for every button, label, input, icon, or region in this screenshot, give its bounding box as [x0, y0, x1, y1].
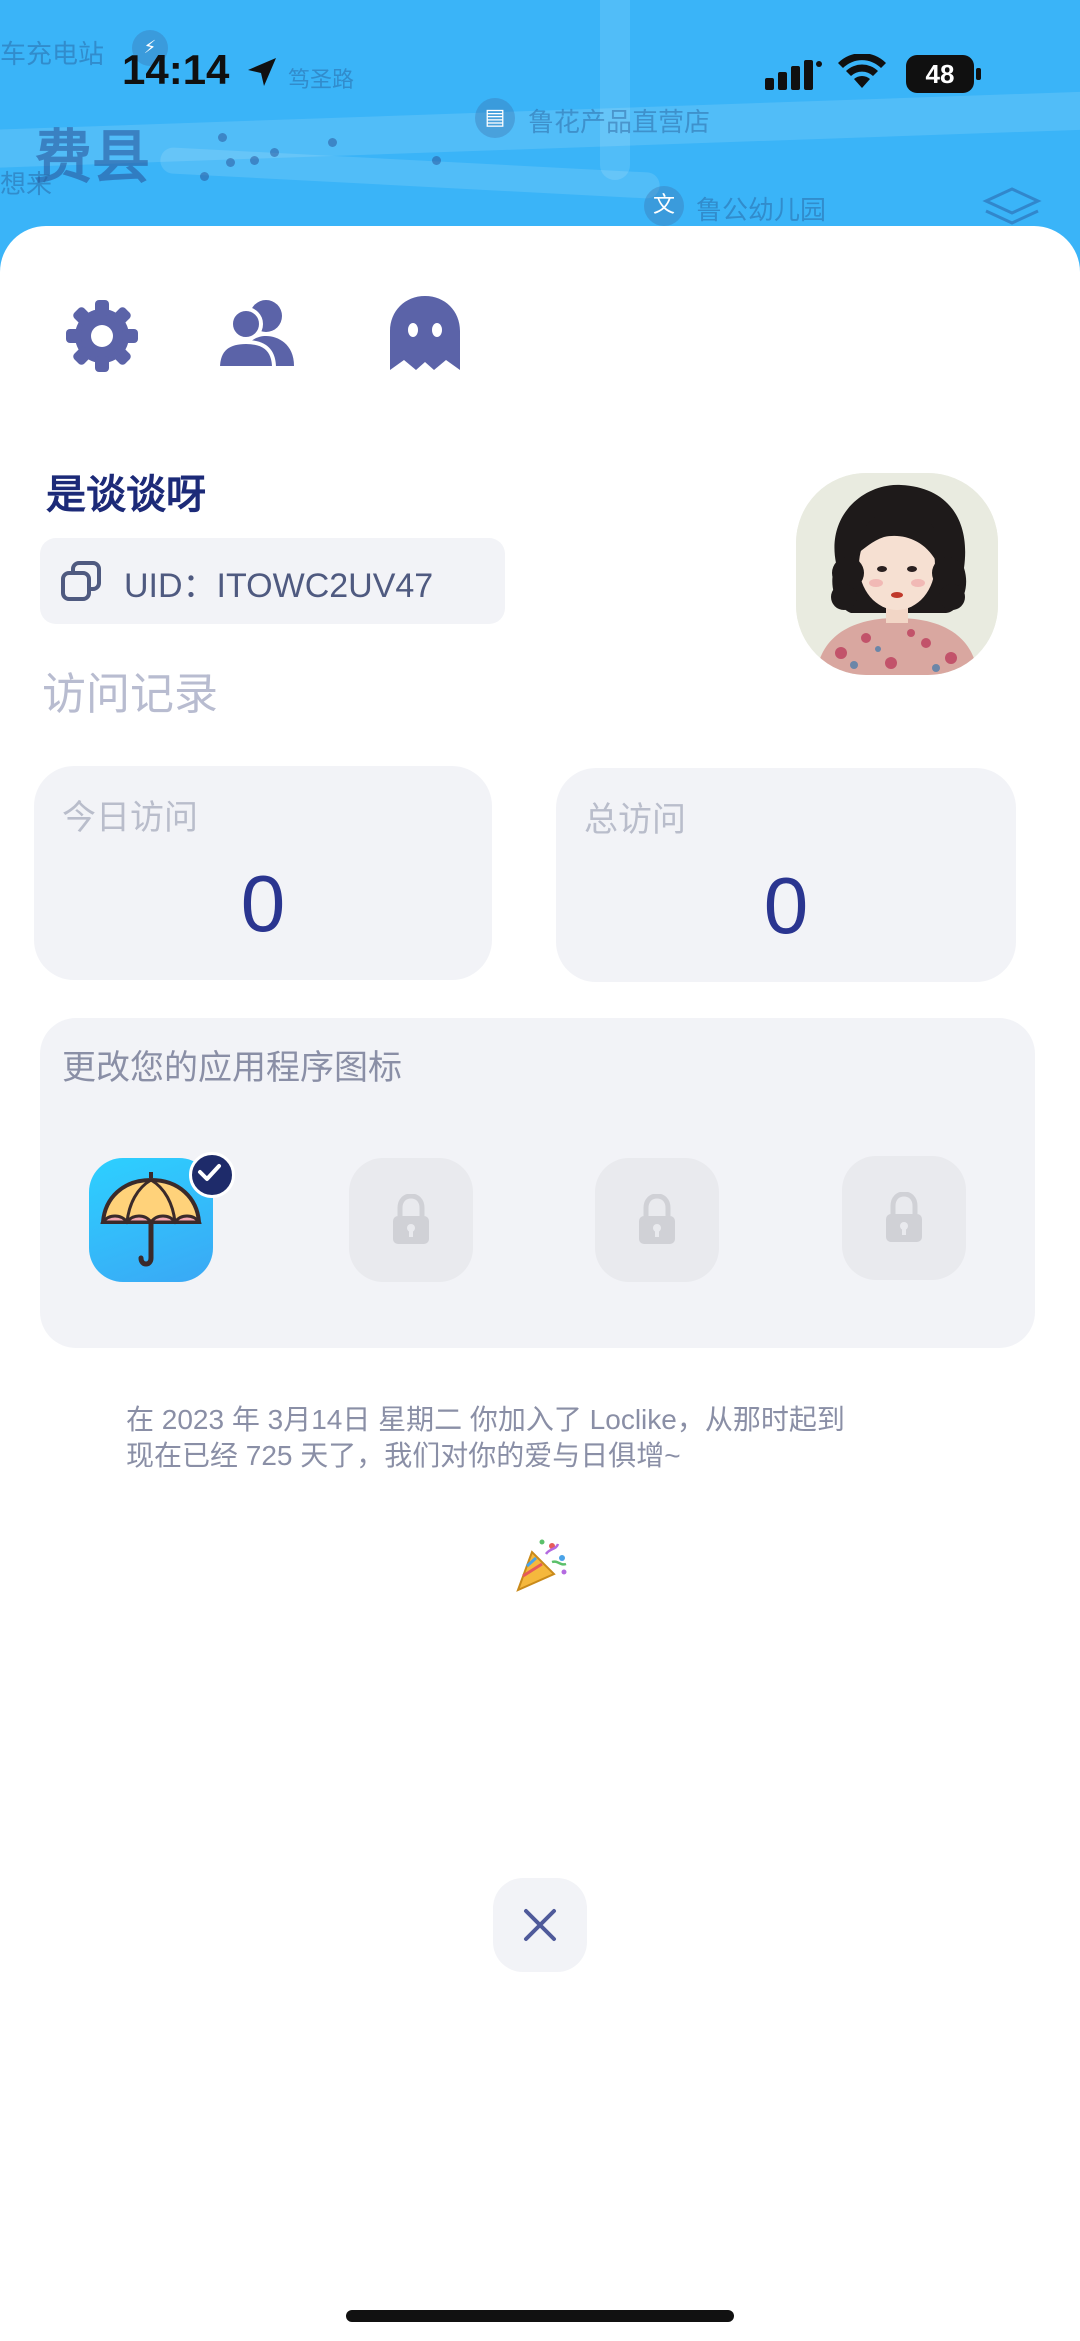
map-label-kindergarten: 鲁公幼儿园 — [696, 196, 827, 226]
uid-text: UID：ITOWC2UV47 — [124, 567, 434, 605]
map-road — [159, 146, 661, 200]
settings-icon — [66, 300, 138, 372]
app-icon-option-locked-1[interactable] — [349, 1158, 473, 1282]
friends-button[interactable] — [216, 296, 296, 370]
battery-indicator: 48 — [906, 55, 982, 93]
app-icon-picker-title: 更改您的应用程序图标 — [62, 1049, 402, 1087]
friends-icon — [216, 300, 294, 370]
map-layers-icon[interactable] — [982, 185, 1042, 229]
today-visits-card: 今日访问 0 — [34, 766, 492, 980]
status-bar: 14:14 48 — [0, 0, 1080, 140]
profile-sheet: 是谈谈呀 UID：ITOWC2UV47 访问记录 今日访问 0 总访问 0 更改… — [0, 226, 1080, 2341]
party-popper-icon — [516, 1539, 567, 1592]
today-visits-label: 今日访问 — [62, 799, 198, 837]
settings-button[interactable] — [62, 296, 142, 376]
ghost-mode-button[interactable] — [388, 294, 462, 374]
app-icon-option-umbrella[interactable] — [89, 1152, 235, 1282]
home-indicator[interactable] — [346, 2310, 734, 2322]
app-icon-option-locked-3[interactable] — [842, 1156, 966, 1280]
avatar[interactable] — [796, 473, 998, 675]
battery-level: 48 — [925, 59, 955, 89]
map-dot — [250, 156, 259, 165]
app-icon-option-locked-2[interactable] — [595, 1158, 719, 1282]
map-label-partial: 想来 — [0, 170, 53, 200]
lock-icon — [639, 1194, 675, 1244]
join-message-line-2: 现在已经 725 天了，我们对你的爱与日俱增~ — [126, 1440, 681, 1471]
join-message-line-1: 在 2023 年 3月14日 星期二 你加入了 Loclike，从那时起到 — [126, 1404, 845, 1435]
total-visits-card: 总访问 0 — [556, 768, 1016, 982]
wifi-icon — [838, 54, 886, 88]
close-button[interactable] — [493, 1878, 587, 1972]
uid-copy-chip[interactable]: UID：ITOWC2UV47 — [40, 538, 505, 624]
map-dot — [270, 148, 279, 157]
school-poi-icon: 文 — [644, 186, 684, 226]
selected-check-icon — [189, 1152, 235, 1198]
ghost-icon — [390, 296, 460, 370]
app-icon-picker: 更改您的应用程序图标 — [40, 1018, 1035, 1348]
map-dot — [200, 172, 209, 181]
close-icon — [524, 1909, 556, 1941]
total-visits-value: 0 — [763, 861, 809, 950]
avatar-portrait-image — [796, 473, 998, 675]
today-visits-value: 0 — [240, 859, 286, 948]
join-anniversary-message: 在 2023 年 3月14日 星期二 你加入了 Loclike，从那时起到 现在… — [126, 1402, 956, 1474]
total-visits-label: 总访问 — [584, 801, 686, 839]
lock-icon — [886, 1192, 922, 1242]
cellular-signal-icon — [765, 60, 822, 90]
profile-username: 是谈谈呀 — [46, 473, 206, 517]
location-arrow-icon — [248, 58, 276, 86]
copy-icon — [61, 561, 101, 601]
map-dot — [226, 158, 235, 167]
lock-icon — [393, 1194, 429, 1244]
map-dot — [432, 156, 441, 165]
visit-record-heading: 访问记录 — [42, 670, 218, 719]
status-time: 14:14 — [122, 46, 230, 93]
